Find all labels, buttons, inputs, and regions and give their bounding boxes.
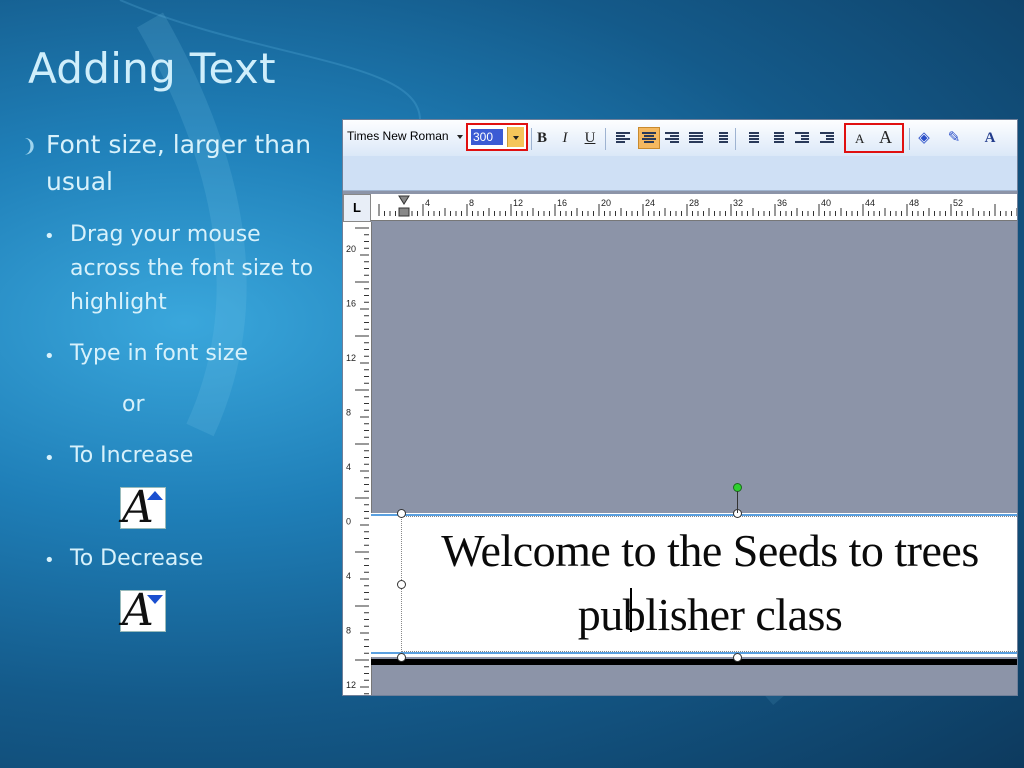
ruler-corner[interactable]: L <box>343 194 371 222</box>
bullet-dot: • <box>44 550 55 571</box>
shrink-font-button[interactable]: A <box>855 131 864 147</box>
font-grow-shrink-group: A A <box>844 123 904 153</box>
grow-font-button[interactable]: A <box>879 127 892 148</box>
hruler-label: 24 <box>645 198 655 208</box>
bullet-drag: Drag your mouse across the font size to … <box>70 222 314 315</box>
italic-button[interactable]: I <box>554 127 576 149</box>
underline-button[interactable]: U <box>579 127 601 149</box>
hruler-label: 32 <box>733 198 743 208</box>
hruler-label: 44 <box>865 198 875 208</box>
hruler-label: 28 <box>689 198 699 208</box>
bullet-marker: ❩ <box>22 136 38 157</box>
horizontal-ruler[interactable]: 4 8 12 16 20 24 28 32 36 40 44 48 52 <box>371 194 1018 221</box>
resize-handle[interactable] <box>397 653 406 662</box>
vruler-label: 8 <box>346 408 351 418</box>
hruler-label: 48 <box>909 198 919 208</box>
bullet-list-icon[interactable] <box>770 132 784 144</box>
vruler-label: 0 <box>346 517 351 527</box>
bullet-increase: To Increase <box>70 443 194 468</box>
resize-handle[interactable] <box>733 653 742 662</box>
decrease-indent-icon[interactable] <box>795 132 809 144</box>
justify-icon[interactable] <box>689 132 703 144</box>
align-center-icon[interactable] <box>642 132 656 144</box>
font-color-icon[interactable]: A <box>979 127 1001 149</box>
text-line-2: publisher class <box>577 589 843 640</box>
rotate-stem <box>737 491 738 513</box>
vruler-label: 16 <box>346 299 356 309</box>
guide-line <box>371 652 1017 654</box>
hruler-label: 16 <box>557 198 567 208</box>
publisher-screenshot: Times New Roman 300 B I U A A ◈ ✎ A L 48… <box>342 119 1018 696</box>
page-edge-line <box>371 659 1017 665</box>
line-color-icon[interactable]: ✎ <box>943 127 965 149</box>
resize-handle[interactable] <box>397 509 406 518</box>
text-cursor <box>630 588 632 632</box>
indent-marker[interactable] <box>398 195 410 217</box>
shrink-font-icon: A <box>120 585 166 636</box>
hruler-label: 52 <box>953 198 963 208</box>
bullet-dot: • <box>44 226 55 247</box>
text-line-1: Welcome to the Seeds to trees <box>441 525 979 576</box>
bullet-dot: • <box>44 346 55 367</box>
text-content[interactable]: Welcome to the Seeds to trees publisher … <box>401 519 1017 647</box>
vruler-label: 4 <box>346 462 351 472</box>
slide-title: Adding Text <box>28 44 276 93</box>
font-size-value[interactable]: 300 <box>471 129 503 145</box>
toolbar-area <box>343 156 1017 191</box>
hruler-label: 36 <box>777 198 787 208</box>
font-size-dropdown[interactable] <box>507 127 524 147</box>
vruler-label: 8 <box>346 626 351 636</box>
fill-color-icon[interactable]: ◈ <box>913 127 935 149</box>
formatting-toolbar: Times New Roman 300 B I U A A ◈ ✎ A <box>343 120 1017 157</box>
bullet-main: Font size, larger than usual <box>46 130 312 196</box>
bullet-dot: • <box>44 448 55 469</box>
bullet-decrease: To Decrease <box>70 546 204 571</box>
vruler-label: 12 <box>346 680 356 690</box>
bullet-type: Type in font size <box>70 341 248 366</box>
grow-font-icon: A <box>120 482 166 533</box>
font-name-select[interactable]: Times New Roman <box>347 129 457 143</box>
text-box[interactable]: Welcome to the Seeds to trees publisher … <box>371 509 1017 665</box>
bullet-or: or <box>122 392 145 417</box>
numbered-list-icon[interactable] <box>745 132 759 144</box>
vruler-label: 12 <box>346 353 356 363</box>
hruler-label: 40 <box>821 198 831 208</box>
align-left-icon[interactable] <box>616 132 630 144</box>
vruler-label: 20 <box>346 244 356 254</box>
font-size-field[interactable]: 300 <box>466 123 528 151</box>
line-spacing-icon[interactable] <box>714 132 728 144</box>
hruler-label: 20 <box>601 198 611 208</box>
chevron-down-icon[interactable] <box>457 135 463 139</box>
vruler-label: 4 <box>346 571 351 581</box>
hruler-label: 12 <box>513 198 523 208</box>
resize-handle[interactable] <box>397 580 406 589</box>
hruler-label: 8 <box>469 198 474 208</box>
increase-indent-icon[interactable] <box>820 132 834 144</box>
align-right-icon[interactable] <box>665 132 679 144</box>
hruler-label: 4 <box>425 198 430 208</box>
vertical-ruler[interactable]: 20 16 12 8 4 0 4 8 12 <box>343 222 372 696</box>
bold-button[interactable]: B <box>531 127 553 149</box>
